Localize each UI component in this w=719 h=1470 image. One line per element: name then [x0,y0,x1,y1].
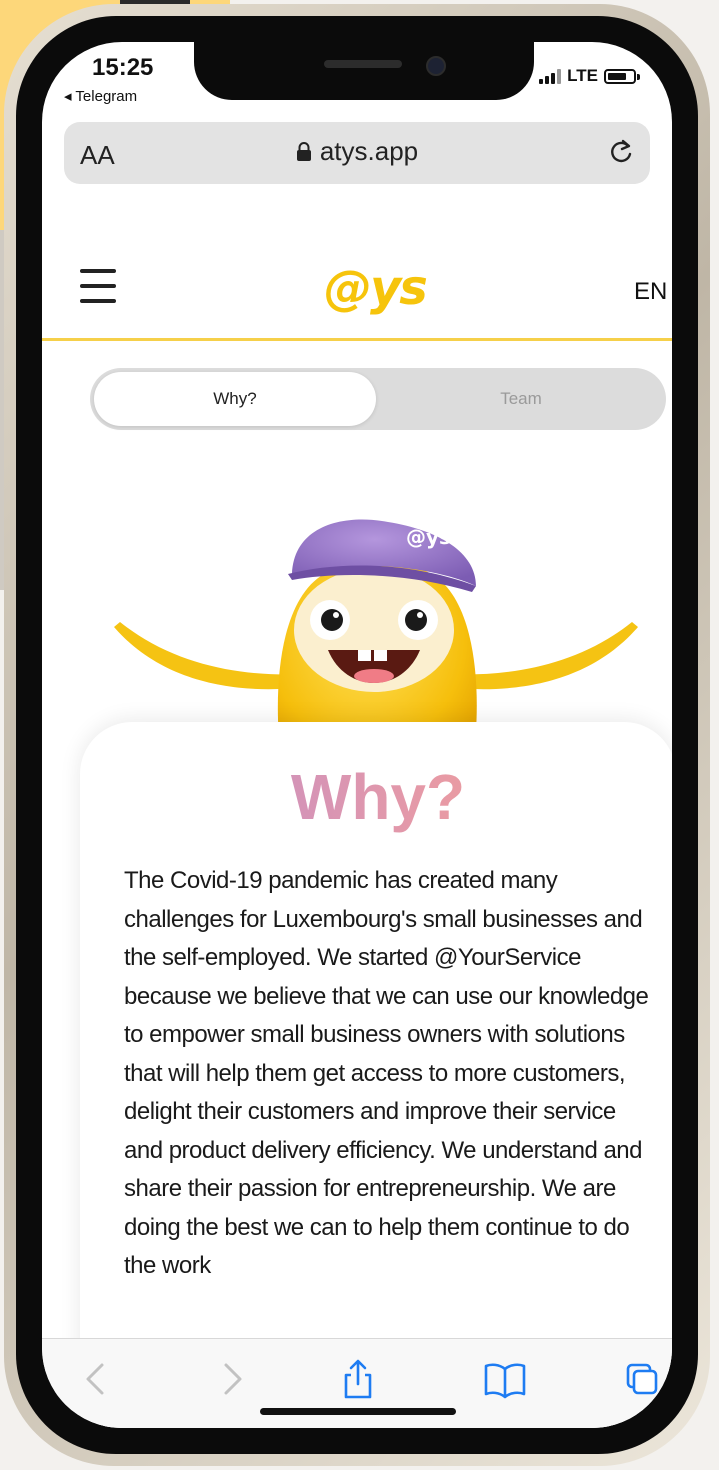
card-title: Why? [80,760,672,834]
phone-bezel: 15:25 ◂ Telegram LTE AA atys.app @ys EN … [16,16,698,1454]
hamburger-menu-icon[interactable] [80,266,116,306]
segmented-tabs: Why? Team [90,368,666,430]
forward-icon[interactable] [212,1357,252,1401]
url-text: atys.app [319,136,419,166]
bookmarks-icon[interactable] [482,1357,528,1401]
tabs-icon[interactable] [622,1357,662,1401]
status-indicators: LTE [539,66,640,86]
home-indicator [260,1408,456,1415]
address-bar[interactable]: AA atys.app [64,122,650,184]
svg-text:@ys: @ys [406,525,451,549]
back-to-app-link[interactable]: ◂ Telegram [64,87,137,105]
notch [194,42,534,100]
site-logo[interactable]: @ys [324,260,428,316]
back-icon[interactable] [76,1357,116,1401]
reload-icon[interactable] [606,136,636,168]
battery-icon [604,68,640,84]
phone-frame: 15:25 ◂ Telegram LTE AA atys.app @ys EN … [4,4,710,1466]
why-card: Why? The Covid-19 pandemic has created m… [80,722,672,1428]
tab-why[interactable]: Why? [94,372,376,426]
network-type: LTE [567,66,598,85]
share-icon[interactable] [338,1357,378,1401]
phone-screen: 15:25 ◂ Telegram LTE AA atys.app @ys EN … [42,42,672,1428]
url-display[interactable]: atys.app [64,136,650,167]
status-time: 15:25 [92,54,154,81]
language-switcher[interactable]: EN [634,278,667,306]
card-body-text: The Covid-19 pandemic has created many c… [124,867,649,1279]
front-camera [426,56,446,76]
lock-icon [296,141,311,161]
tab-team[interactable]: Team [380,372,662,426]
header-divider [42,338,672,341]
speaker-grille [324,60,402,68]
signal-icon [539,68,562,84]
